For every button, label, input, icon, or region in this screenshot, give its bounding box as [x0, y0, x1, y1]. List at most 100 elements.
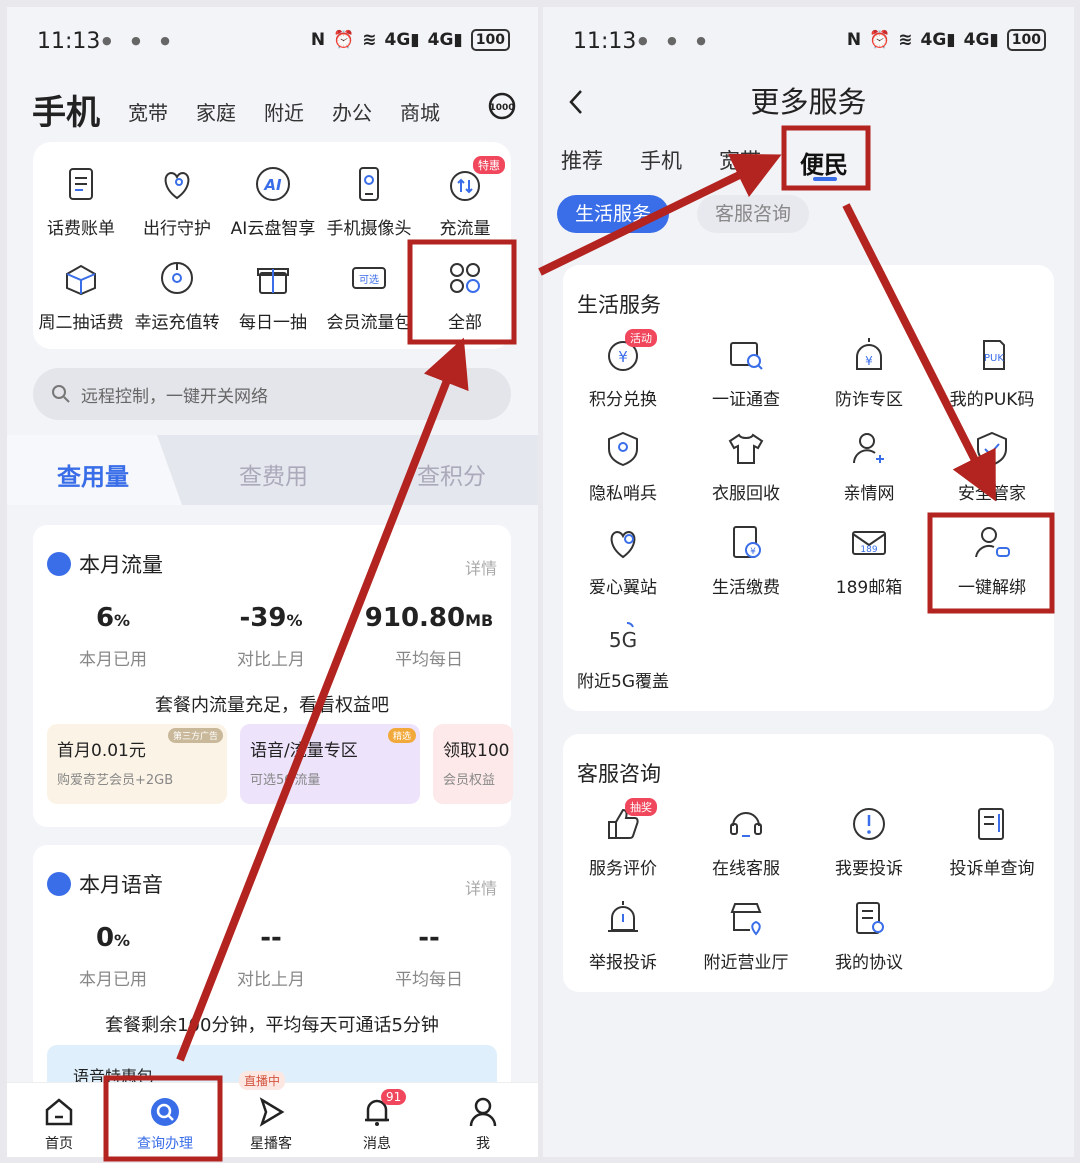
stat-label: 平均每日	[395, 650, 463, 670]
grid-item-daily-draw[interactable]: 每日一抽	[225, 258, 321, 333]
tab-fees[interactable]: 查费用	[239, 457, 308, 491]
service-label: 防诈专区	[835, 390, 903, 410]
complaint-query-icon	[978, 808, 1004, 840]
signal-icon: 4G▮	[920, 30, 956, 50]
stat-value: 0	[95, 923, 115, 953]
promo-tag: 特惠	[473, 156, 505, 174]
grid-item-ai-cloud[interactable]: AI AI云盘智享	[225, 164, 321, 239]
chip-life-service[interactable]: 生活服务	[557, 195, 670, 233]
service-id-check[interactable]: 一证通查	[686, 335, 806, 410]
stat-value: 6	[95, 603, 115, 633]
service-puk[interactable]: PUK 我的PUK码	[932, 335, 1052, 410]
security-icon	[977, 431, 1007, 467]
stat-label: 对比上月	[237, 970, 305, 990]
grid-item-all[interactable]: 全部	[417, 258, 513, 333]
phone-call-icon	[47, 872, 71, 896]
grid-item-bill[interactable]: 话费账单	[33, 164, 129, 239]
service-label: 亲情网	[843, 484, 895, 504]
ai-icon: AI	[256, 167, 290, 201]
promo-card-iqiyi[interactable]: 首月0.01元 购爱奇艺会员+2GB 第三方广告	[47, 724, 227, 804]
service-points-exchange[interactable]: ¥ 积分兑换 活动	[563, 329, 683, 410]
promo-sub: 会员权益	[443, 773, 496, 788]
service-label: 生活缴费	[712, 578, 780, 598]
stat-unit: %	[114, 931, 131, 950]
service-189-mail[interactable]: 189 189邮箱	[809, 523, 929, 598]
payment-icon: ¥	[733, 526, 761, 558]
service-label: 服务评价	[589, 859, 657, 879]
service-rating[interactable]: 服务评价 抽奖	[563, 798, 683, 879]
service-label: 举报投诉	[589, 953, 657, 973]
tab-points[interactable]: 查积分	[417, 457, 486, 491]
bottom-tab-bar: 首页 查询办理 星播客 消息 91 我 直播中	[7, 1071, 538, 1157]
search-placeholder: 远程控制，一键开关网络	[81, 386, 268, 407]
service-nearby-store[interactable]: 附近营业厅	[686, 898, 806, 973]
page-title: 更多服务	[750, 85, 867, 119]
service-complaint[interactable]: 我要投诉	[809, 804, 929, 879]
service-label: 一键解绑	[958, 578, 1026, 598]
chip-customer-service[interactable]: 客服咨询	[697, 195, 810, 233]
customer-service-icon[interactable]: 1000	[487, 91, 517, 121]
nav-tab-broadband[interactable]: 宽带	[128, 97, 168, 126]
grid-label: 周二抽话费	[38, 313, 124, 333]
grid-label: AI云盘智享	[230, 219, 316, 239]
nav-tab-phone[interactable]: 手机	[32, 85, 100, 134]
section-title: 客服咨询	[577, 762, 661, 786]
service-label: 积分兑换	[589, 390, 657, 410]
promo-sub: 可选5G流量	[250, 773, 321, 788]
tab-broadband[interactable]: 宽带	[719, 145, 761, 175]
service-label: 附近营业厅	[703, 953, 789, 973]
service-label: 在线客服	[712, 859, 780, 879]
traffic-title: 本月流量	[47, 549, 163, 579]
voice-detail-link[interactable]: 详情	[465, 875, 497, 899]
nav-tab-mall[interactable]: 商城	[400, 97, 440, 126]
tab-usage[interactable]: 查用量	[57, 457, 129, 492]
featured-tag: 精选	[387, 728, 416, 743]
service-nearby-5g[interactable]: 5G 附近5G覆盖	[563, 617, 683, 692]
grid-item-lucky-recharge[interactable]: 幸运充值转	[129, 258, 225, 333]
service-label: 附近5G覆盖	[577, 672, 669, 692]
tab-me[interactable]: 我	[443, 1095, 523, 1153]
back-arrow-icon[interactable]	[565, 87, 587, 117]
service-family-network[interactable]: 亲情网	[809, 429, 929, 504]
service-clothes-recycle[interactable]: 衣服回收	[686, 429, 806, 504]
nav-tab-office[interactable]: 办公	[332, 97, 372, 126]
tab-convenience[interactable]: 便民	[800, 145, 848, 180]
tab-messages[interactable]: 消息 91	[337, 1089, 417, 1153]
tab-recommend[interactable]: 推荐	[561, 145, 603, 175]
grid-item-travel-guard[interactable]: 出行守护	[129, 164, 225, 239]
tab-podcast[interactable]: 星播客	[231, 1095, 311, 1153]
stat-unit: MB	[465, 611, 494, 630]
nav-tab-nearby[interactable]: 附近	[264, 97, 304, 126]
service-anti-fraud[interactable]: ¥ 防诈专区	[809, 335, 929, 410]
promo-card-voice-data[interactable]: 语音/流量专区 可选5G流量 精选	[240, 724, 420, 804]
traffic-detail-link[interactable]: 详情	[465, 555, 497, 579]
tab-home[interactable]: 首页	[19, 1095, 99, 1153]
stat-label: 对比上月	[237, 650, 305, 670]
service-life-payment[interactable]: ¥ 生活缴费	[686, 523, 806, 598]
service-my-agreement[interactable]: 我的协议	[809, 898, 929, 973]
search-input[interactable]: 远程控制，一键开关网络	[33, 368, 511, 420]
tab-phone[interactable]: 手机	[640, 145, 682, 175]
service-love-station[interactable]: 爱心翼站	[563, 523, 683, 598]
grid-item-tuesday-draw[interactable]: 周二抽话费	[33, 258, 129, 333]
stat-used: 6% 本月已用	[33, 603, 193, 670]
user-icon	[469, 1097, 497, 1127]
service-one-click-unbind[interactable]: 一键解绑	[932, 523, 1052, 598]
service-privacy-sentinel[interactable]: 隐私哨兵	[563, 429, 683, 504]
grid-item-data-refill[interactable]: 充流量 特惠	[417, 156, 513, 239]
traffic-icon	[47, 552, 71, 576]
nav-tab-family[interactable]: 家庭	[196, 97, 236, 126]
grid-item-phone-camera[interactable]: 手机摄像头	[321, 164, 417, 239]
service-online-support[interactable]: 在线客服	[686, 804, 806, 879]
tab-query[interactable]: 查询办理	[125, 1095, 205, 1153]
signal-icon-2: 4G▮	[427, 30, 463, 50]
grid-label: 幸运充值转	[134, 313, 220, 333]
service-complaint-query[interactable]: 投诉单查询	[932, 804, 1052, 879]
service-security-manager[interactable]: 安全管家	[932, 429, 1052, 504]
promo-card-rights[interactable]: 领取100 会员权益	[433, 724, 513, 804]
grid-label: 出行守护	[143, 219, 211, 239]
service-report[interactable]: 举报投诉	[563, 898, 683, 973]
heart-location-icon	[164, 171, 190, 200]
card-badge-text: 可选	[359, 273, 379, 286]
grid-item-member-data[interactable]: 可选 会员流量包	[321, 258, 417, 333]
